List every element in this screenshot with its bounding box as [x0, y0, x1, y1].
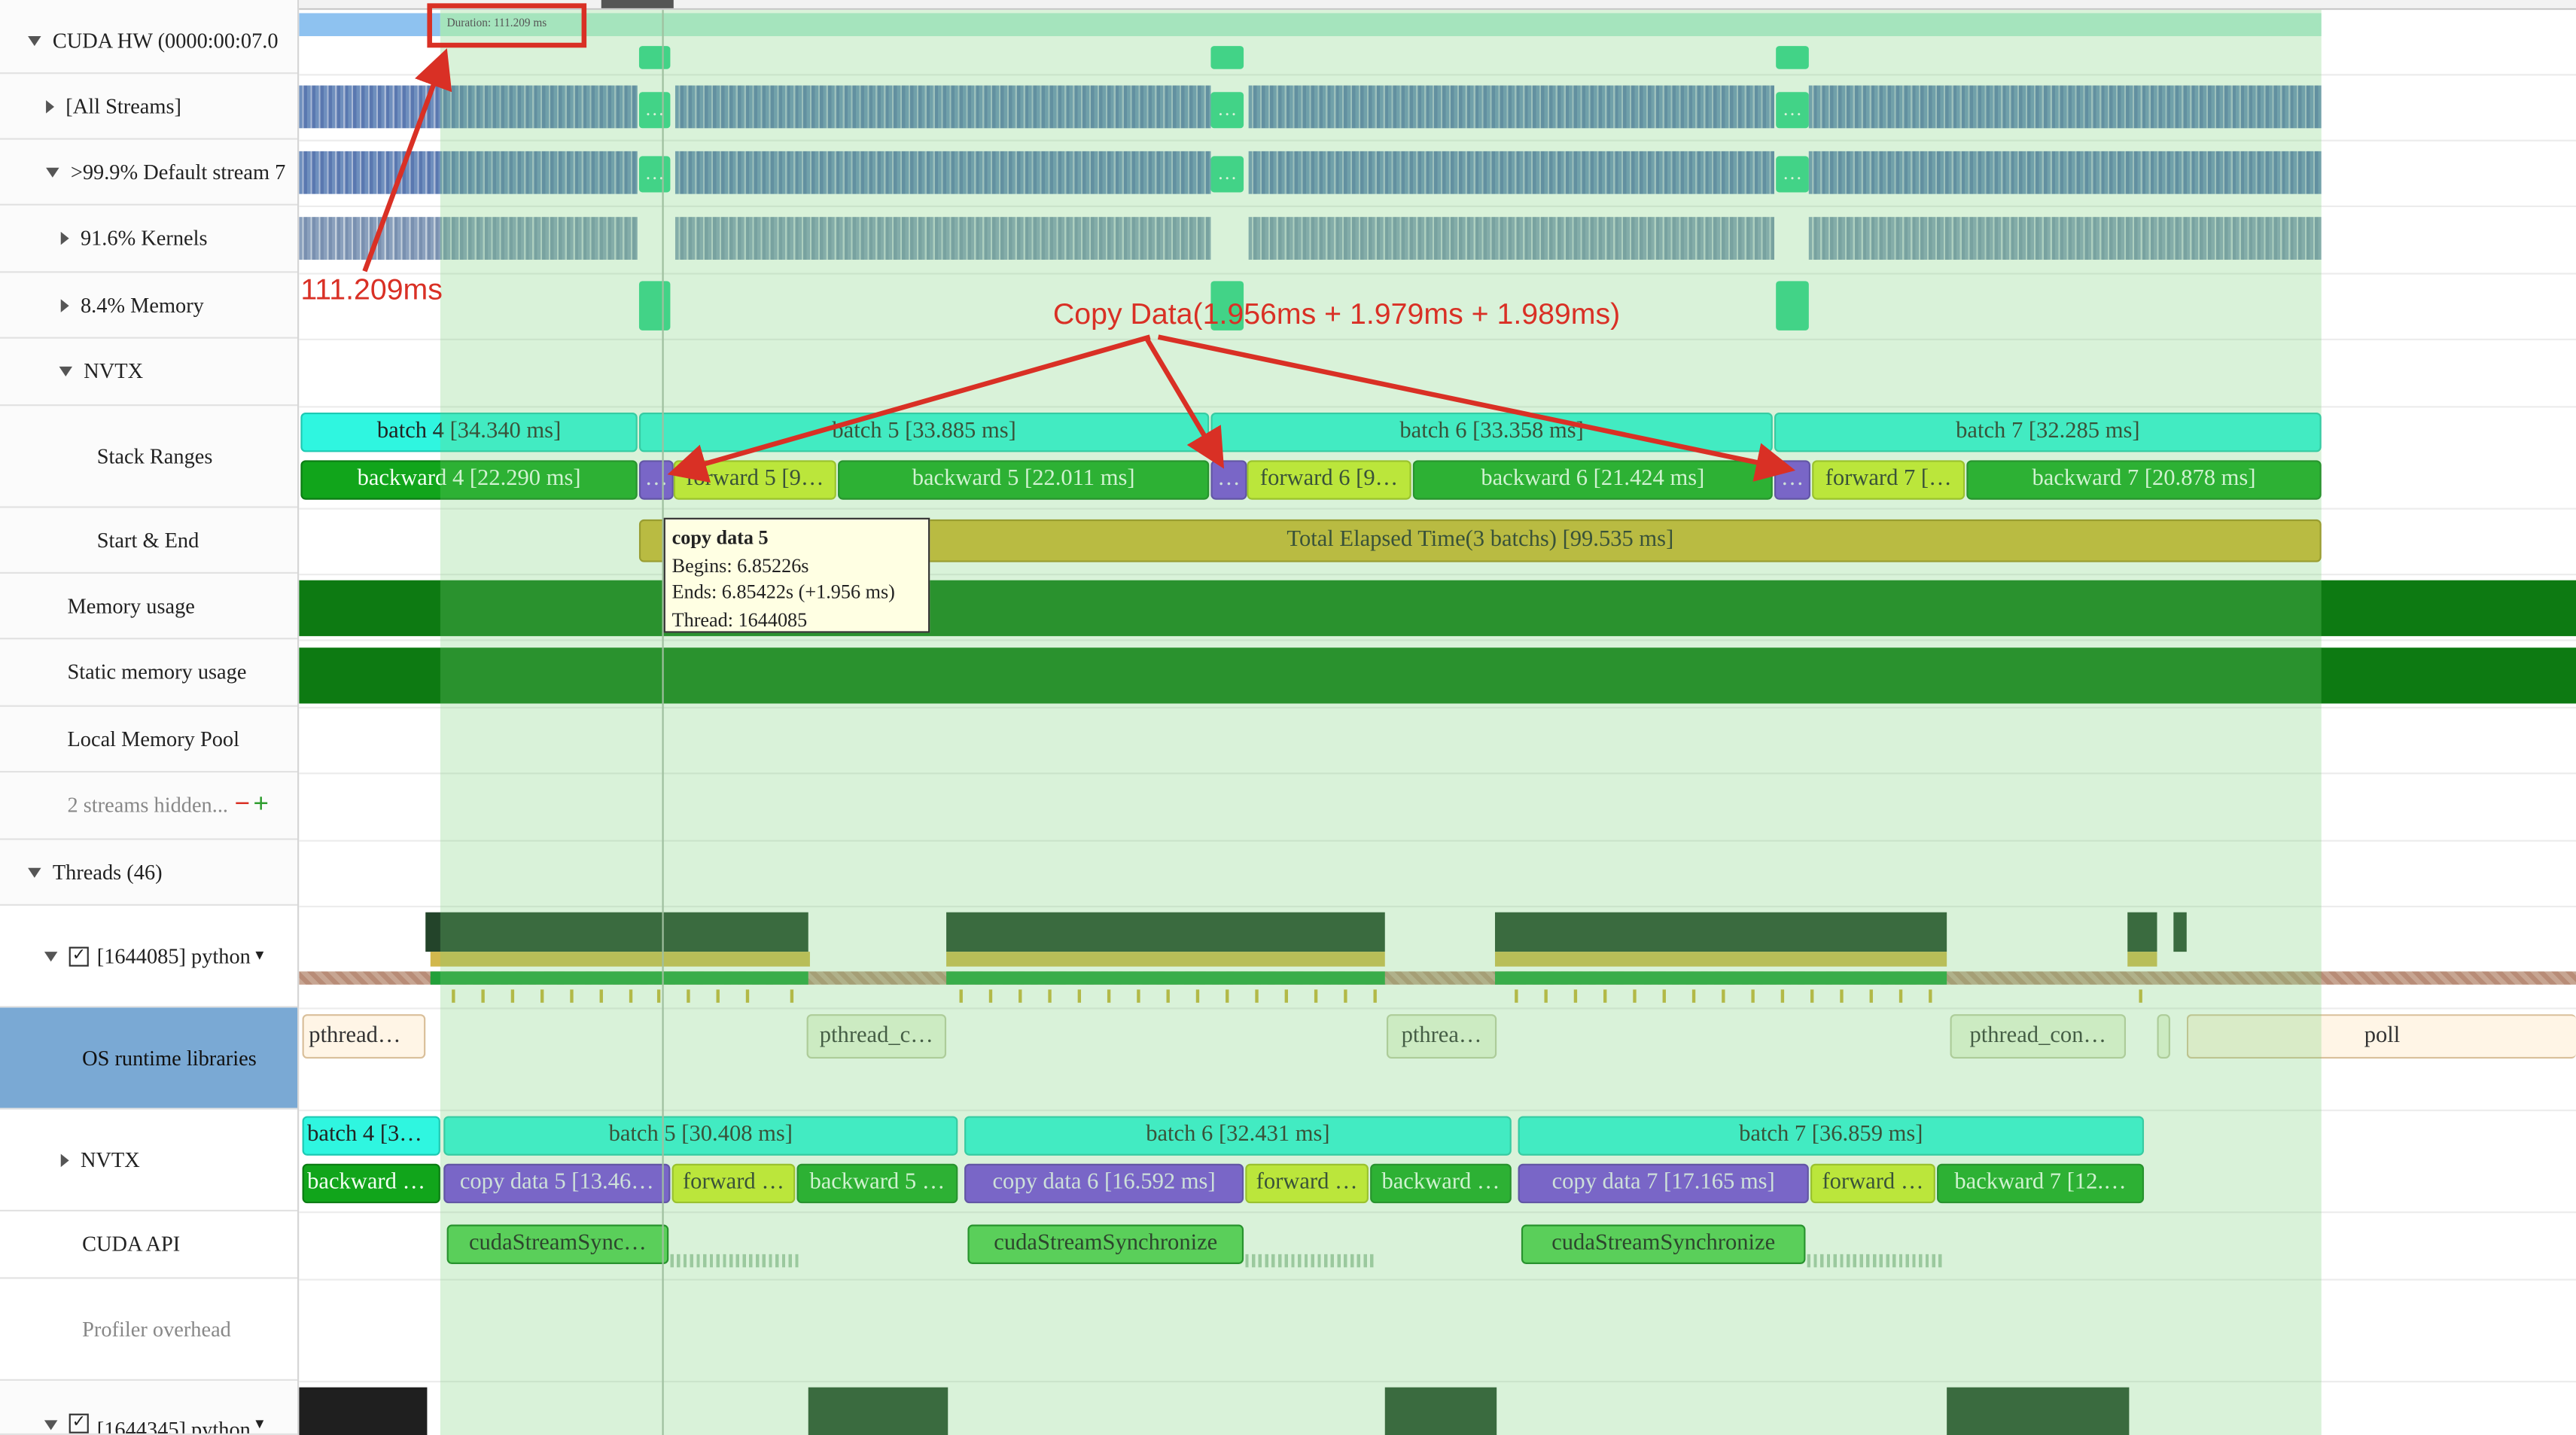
tree-row-cuda-hw[interactable]: CUDA HW (0000:00:07.0: [0, 8, 298, 75]
tree-row-static-memory-usage[interactable]: Static memory usage: [0, 639, 298, 707]
ruler-selection-handle[interactable]: [601, 0, 674, 8]
expand-down-icon[interactable]: [28, 867, 41, 877]
dropdown-caret-icon[interactable]: ▾: [255, 1415, 263, 1433]
expand-right-icon[interactable]: [46, 99, 55, 113]
nvtx-backward[interactable]: backward …: [302, 1163, 440, 1204]
dropdown-caret-icon[interactable]: ▾: [255, 947, 263, 965]
thread-checkbox[interactable]: ✓: [69, 1413, 89, 1433]
tree-row-profiler-overhead[interactable]: Profiler overhead: [0, 1278, 298, 1381]
thread-activity[interactable]: [299, 1387, 428, 1435]
duration-label: Duration: 111.209 ms: [446, 16, 547, 30]
tree-row-start-end[interactable]: Start & End: [0, 508, 298, 574]
tree-row-default-stream[interactable]: >99.9% Default stream 7: [0, 140, 298, 206]
selection-range[interactable]: [440, 0, 2322, 1435]
time-cursor: [662, 0, 664, 1435]
expand-down-icon[interactable]: [46, 166, 59, 177]
tree-row-memory[interactable]: 8.4% Memory: [0, 273, 298, 339]
show-streams-button[interactable]: +: [253, 791, 268, 820]
tree-row-thread-python[interactable]: ✓ [1644085] python ▾: [0, 905, 298, 1008]
tree-row-streams-hidden[interactable]: 2 streams hidden... − +: [0, 772, 298, 840]
range-tooltip: copy data 5 Begins: 6.85226s Ends: 6.854…: [663, 517, 930, 633]
thread-checkbox[interactable]: ✓: [69, 946, 89, 966]
cuda-hw-overview-bar[interactable]: [299, 13, 440, 37]
tooltip-thread: Thread: 1644085: [671, 607, 808, 631]
expand-right-icon[interactable]: [60, 298, 69, 312]
tree-row-nvtx[interactable]: NVTX: [0, 339, 298, 407]
expand-down-icon[interactable]: [59, 366, 73, 376]
expand-down-icon[interactable]: [44, 1420, 58, 1430]
duration-annotation: 111.209ms: [300, 273, 443, 306]
tooltip-begins: Begins: 6.85226s: [671, 553, 809, 577]
os-runtime-call[interactable]: pthread…: [302, 1014, 426, 1059]
expand-right-icon[interactable]: [60, 231, 69, 245]
expand-down-icon[interactable]: [44, 951, 58, 961]
hide-streams-button[interactable]: −: [235, 791, 250, 820]
tree-row-kernels[interactable]: 91.6% Kernels: [0, 206, 298, 273]
expand-down-icon[interactable]: [28, 35, 41, 46]
tree-row-all-streams[interactable]: [All Streams]: [0, 74, 298, 140]
tooltip-ends: Ends: 6.85422s (+1.956 ms): [671, 580, 895, 604]
tree-row-threads[interactable]: Threads (46): [0, 840, 298, 906]
tree-row-thread-nvtx[interactable]: NVTX: [0, 1109, 298, 1212]
expand-right-icon[interactable]: [60, 1153, 69, 1167]
tree-row-stack-ranges[interactable]: Stack Ranges: [0, 406, 298, 508]
tree-row-local-memory-pool[interactable]: Local Memory Pool: [0, 707, 298, 773]
tree-row-memory-usage[interactable]: Memory usage: [0, 574, 298, 640]
copy-data-annotation: Copy Data(1.956ms + 1.979ms + 1.989ms): [1052, 297, 1621, 331]
tree-row-thread-python-2[interactable]: ✓ [1644345] python ▾: [0, 1381, 298, 1435]
tree-row-os-runtime[interactable]: OS runtime libraries: [0, 1007, 298, 1110]
tree-row-cuda-api[interactable]: CUDA API: [0, 1211, 298, 1279]
tooltip-title: copy data 5: [671, 526, 769, 550]
nvtx-batch[interactable]: batch 4 [3…: [302, 1116, 440, 1156]
